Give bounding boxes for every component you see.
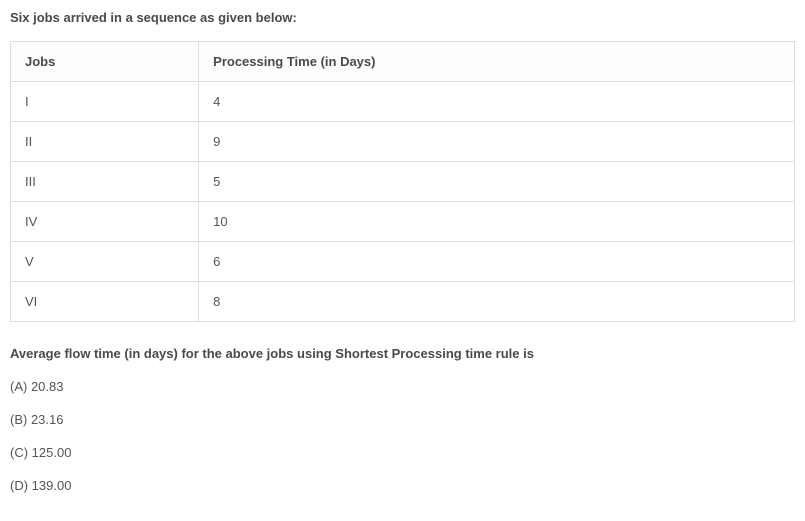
- cell-job: VI: [11, 282, 199, 322]
- table-row: IV 10: [11, 202, 795, 242]
- cell-time: 8: [199, 282, 795, 322]
- cell-time: 5: [199, 162, 795, 202]
- cell-time: 6: [199, 242, 795, 282]
- table-row: V 6: [11, 242, 795, 282]
- table-row: I 4: [11, 82, 795, 122]
- cell-job: II: [11, 122, 199, 162]
- question-stem: Average flow time (in days) for the abov…: [10, 346, 795, 361]
- cell-job: V: [11, 242, 199, 282]
- option-a: (A) 20.83: [10, 379, 795, 394]
- header-jobs: Jobs: [11, 42, 199, 82]
- table-row: II 9: [11, 122, 795, 162]
- option-b: (B) 23.16: [10, 412, 795, 427]
- table-row: VI 8: [11, 282, 795, 322]
- cell-job: III: [11, 162, 199, 202]
- option-c: (C) 125.00: [10, 445, 795, 460]
- cell-job: IV: [11, 202, 199, 242]
- option-d: (D) 139.00: [10, 478, 795, 493]
- question-intro: Six jobs arrived in a sequence as given …: [10, 10, 795, 25]
- table-header-row: Jobs Processing Time (in Days): [11, 42, 795, 82]
- cell-job: I: [11, 82, 199, 122]
- cell-time: 9: [199, 122, 795, 162]
- table-row: III 5: [11, 162, 795, 202]
- cell-time: 10: [199, 202, 795, 242]
- data-table: Jobs Processing Time (in Days) I 4 II 9 …: [10, 41, 795, 322]
- cell-time: 4: [199, 82, 795, 122]
- header-processing-time: Processing Time (in Days): [199, 42, 795, 82]
